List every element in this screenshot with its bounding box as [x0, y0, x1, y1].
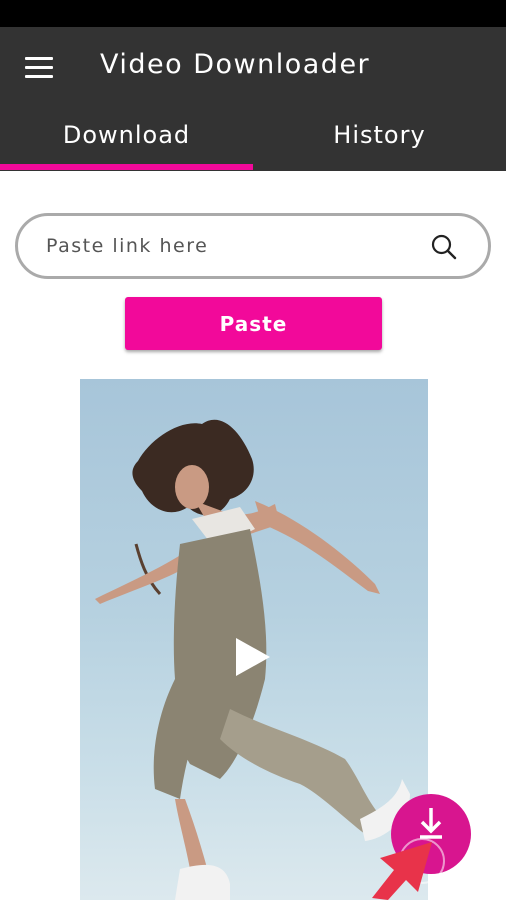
play-icon[interactable] [232, 636, 272, 678]
paste-button[interactable]: Paste [125, 297, 382, 350]
search-box [15, 213, 491, 279]
app-bar: Video Downloader Download History [0, 27, 506, 171]
tab-history[interactable]: History [253, 111, 506, 167]
search-icon[interactable] [430, 233, 458, 261]
active-tab-indicator [0, 164, 253, 170]
app-title: Video Downloader [100, 49, 371, 80]
tab-bar: Download History [0, 111, 506, 171]
status-bar [0, 0, 506, 27]
tab-download[interactable]: Download [0, 111, 253, 167]
menu-icon[interactable] [22, 55, 56, 81]
pointer-arrow-icon [372, 842, 432, 900]
search-input[interactable] [46, 228, 406, 264]
